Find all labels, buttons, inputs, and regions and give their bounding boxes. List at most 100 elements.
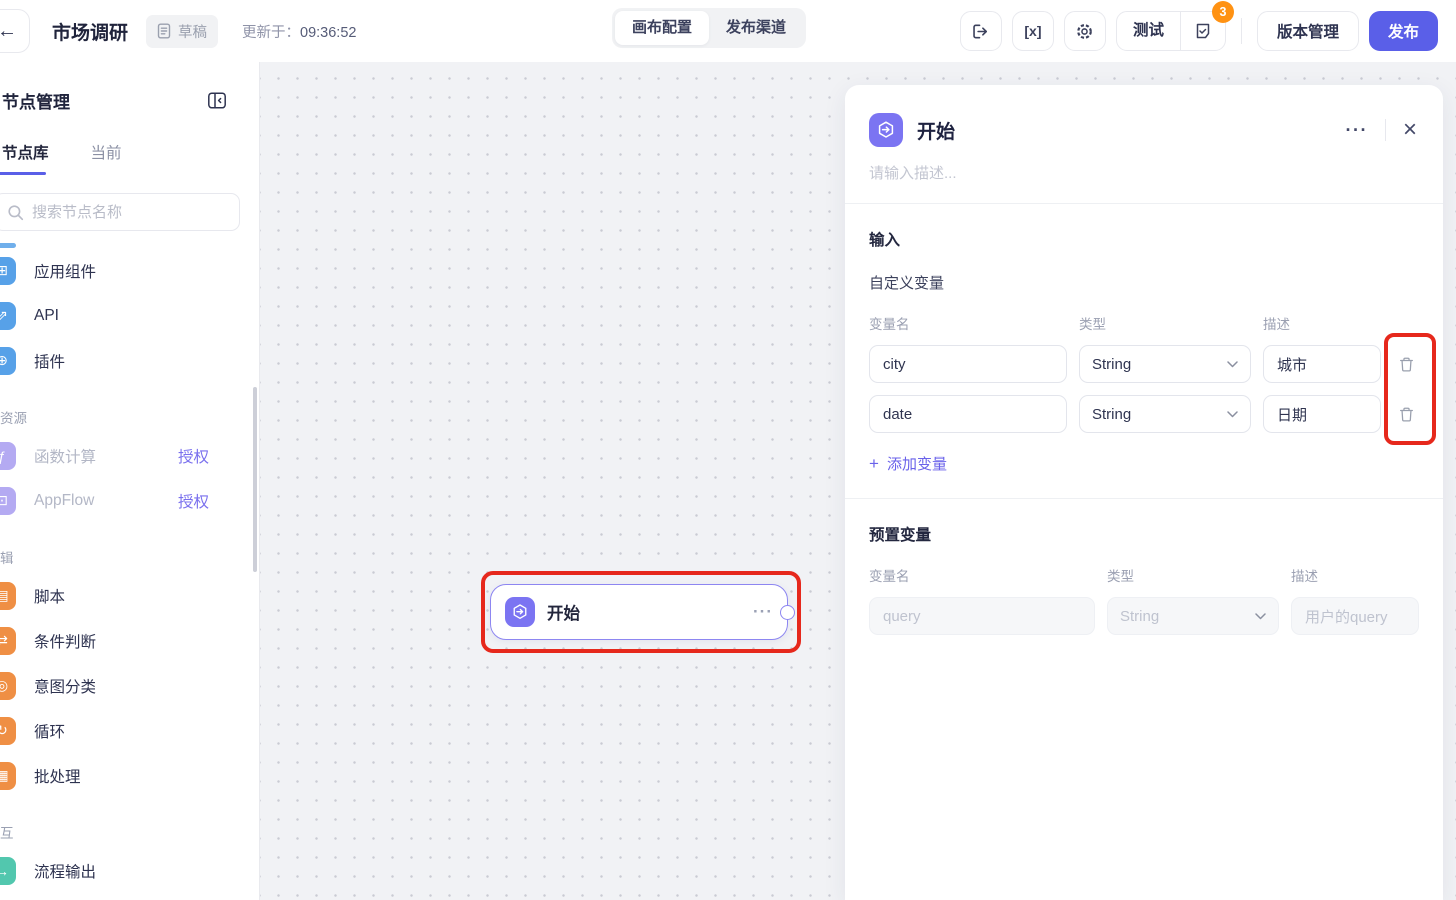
variable-name-input[interactable]: [869, 597, 1095, 635]
node-output-port[interactable]: [780, 605, 795, 620]
chevron-down-icon: [1227, 410, 1238, 417]
back-button[interactable]: ←: [0, 9, 30, 53]
sidebar-item-flow-output[interactable]: → 流程输出: [0, 848, 259, 893]
sidebar-item-label: AppFlow: [34, 491, 95, 509]
start-node-icon: [869, 113, 903, 147]
node-search[interactable]: [0, 193, 240, 231]
sidebar-title: 节点管理: [2, 93, 70, 112]
version-management-button[interactable]: 版本管理: [1256, 11, 1359, 51]
gear-icon: [1077, 23, 1093, 39]
notification-badge: 3: [1211, 1, 1234, 23]
description-input[interactable]: [869, 165, 1419, 182]
col-desc: 描述: [1263, 317, 1290, 332]
tab-canvas-config[interactable]: 画布配置: [615, 11, 710, 45]
variable-row: String: [869, 597, 1419, 635]
divider: [1240, 18, 1242, 44]
publish-button[interactable]: 发布: [1368, 11, 1438, 51]
status-badge: 草稿: [146, 14, 219, 48]
batch-icon: ▦: [0, 761, 16, 790]
divider: [1384, 119, 1386, 141]
variable-type-select[interactable]: String: [1079, 395, 1251, 433]
variable-type-select[interactable]: String: [1107, 597, 1279, 635]
clipboard-check-icon: [1196, 23, 1210, 39]
test-button[interactable]: 测试: [1117, 12, 1180, 50]
preset-variable-rows: String: [869, 597, 1419, 635]
close-icon[interactable]: ×: [1403, 118, 1417, 142]
sidebar-item-label: 插件: [34, 353, 66, 371]
node-sidebar: 节点管理 节点库 当前 ⊞应用组件⇗API⊕插件资源ƒ函数计算授权⊡AppFlo…: [0, 62, 260, 900]
plus-icon: +: [869, 453, 879, 473]
search-icon: [8, 204, 24, 220]
col-type: 类型: [1107, 569, 1134, 584]
input-section: 输入 自定义变量 变量名 类型 描述 String String + 添加变量: [845, 204, 1443, 498]
col-name: 变量名: [869, 569, 910, 584]
start-node-icon: [505, 597, 535, 627]
arrow-left-icon: ←: [0, 19, 17, 42]
sidebar-item-label: 函数计算: [34, 448, 97, 466]
group-label: 辑: [0, 551, 14, 566]
sidebar-item-intent[interactable]: ◎ 意图分类: [0, 663, 259, 708]
tab-node-library[interactable]: 节点库: [0, 141, 49, 175]
sidebar-item-batch[interactable]: ▦ 批处理: [0, 753, 259, 798]
chevron-down-icon: [1227, 360, 1238, 367]
variable-desc-input[interactable]: [1263, 345, 1381, 383]
delete-variable-button[interactable]: [1393, 406, 1419, 423]
sidebar-item-condition[interactable]: ⇄ 条件判断: [0, 618, 259, 663]
page-title: 市场调研: [52, 22, 129, 44]
export-icon: [973, 24, 988, 38]
sidebar-item-label: 应用组件: [34, 263, 97, 281]
sidebar-item-loop[interactable]: ↻ 循环: [0, 708, 259, 753]
condition-icon: ⇄: [0, 626, 16, 655]
description-field-wrap: [845, 147, 1443, 203]
col-desc: 描述: [1291, 569, 1318, 584]
sidebar-item-script[interactable]: ▤ 脚本: [0, 573, 259, 618]
sidebar-item-label: 意图分类: [34, 678, 97, 696]
sidebar-item-label: API: [34, 306, 59, 324]
sidebar-item-api[interactable]: ⇗ API: [0, 293, 259, 338]
collapse-panel-icon: [208, 92, 226, 109]
sidebar-item-function-compute[interactable]: ƒ 函数计算 授权: [0, 433, 259, 478]
preset-section: 预置变量 变量名 类型 描述 String: [845, 499, 1443, 659]
variable-type-select[interactable]: String: [1079, 345, 1251, 383]
add-variable-button[interactable]: + 添加变量: [869, 453, 947, 474]
sidebar-item-label: 批处理: [34, 768, 81, 786]
sidebar-scrollbar[interactable]: [253, 387, 257, 572]
start-node[interactable]: 开始 ···: [490, 584, 795, 640]
settings-button[interactable]: [1063, 11, 1106, 51]
header-actions: [x] 测试 3 版本管理 发布: [959, 1, 1438, 51]
more-options-icon[interactable]: ···: [1346, 120, 1368, 141]
variable-desc-input[interactable]: [1263, 395, 1381, 433]
workflow-editor: ← 市场调研 草稿 更新于：09:36:52 画布配置 发布渠道 [x] 测试 …: [0, 0, 1456, 900]
collapse-sidebar-button[interactable]: [207, 91, 227, 110]
tab-publish-channels[interactable]: 发布渠道: [709, 11, 803, 45]
sidebar-item-plugin[interactable]: ⊕ 插件: [0, 338, 259, 383]
top-header: ← 市场调研 草稿 更新于：09:36:52 画布配置 发布渠道 [x] 测试 …: [0, 0, 1456, 62]
sidebar-item-app-components[interactable]: ⊞ 应用组件: [0, 248, 259, 293]
variable-name-input[interactable]: [869, 345, 1067, 383]
api-icon: ⇗: [0, 301, 16, 330]
delete-variable-button[interactable]: [1393, 356, 1419, 373]
authorize-link[interactable]: 授权: [178, 490, 209, 512]
sidebar-header: 节点管理: [0, 62, 259, 113]
trash-icon: [1399, 357, 1413, 372]
column-headers: 变量名 类型 描述: [869, 313, 1419, 333]
variable-name-input[interactable]: [869, 395, 1067, 433]
variable-desc-input[interactable]: [1291, 597, 1419, 635]
sidebar-item-appflow[interactable]: ⊡ AppFlow 授权: [0, 478, 259, 523]
export-button[interactable]: [959, 11, 1002, 51]
sidebar-tabs: 节点库 当前: [0, 141, 259, 175]
panel-header: 开始 ··· ×: [845, 85, 1443, 147]
search-input[interactable]: [32, 203, 239, 221]
authorize-link[interactable]: 授权: [178, 445, 209, 467]
node-more-icon[interactable]: ···: [753, 602, 773, 622]
function-compute-icon: ƒ: [0, 441, 16, 470]
custom-vars-title: 自定义变量: [869, 275, 945, 292]
chevron-down-icon: [1255, 612, 1266, 619]
variables-button[interactable]: [x]: [1011, 11, 1054, 51]
col-type: 类型: [1079, 317, 1106, 332]
flow-output-icon: →: [0, 856, 16, 885]
app-components-icon: ⊞: [0, 256, 16, 285]
tab-current[interactable]: 当前: [91, 141, 122, 175]
header-left: ← 市场调研 草稿 更新于：09:36:52: [0, 0, 356, 62]
appflow-icon: ⊡: [0, 486, 16, 515]
